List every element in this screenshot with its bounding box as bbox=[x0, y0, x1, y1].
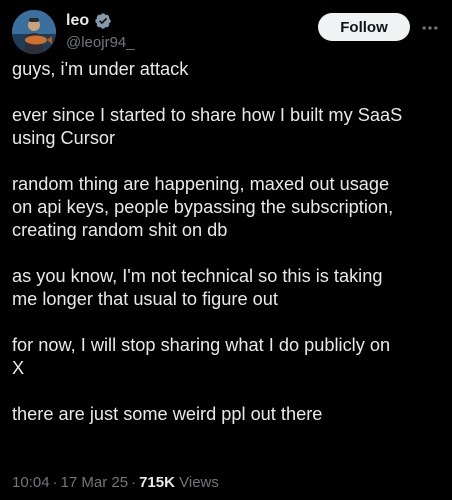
tweet-paragraph: as you know, I'm not technical so this i… bbox=[12, 266, 383, 309]
author-info: leo @leojr94_ bbox=[66, 10, 135, 53]
verified-badge-icon bbox=[94, 12, 112, 30]
tweet-text: guys, i'm under attack ever since I star… bbox=[12, 58, 442, 426]
tweet-paragraph: ever since I started to share how I buil… bbox=[12, 105, 403, 148]
tweet-paragraph: random thing are happening, maxed out us… bbox=[12, 174, 394, 240]
tweet-paragraph: there are just some weird ppl out there bbox=[12, 404, 323, 424]
views-count[interactable]: 715K bbox=[139, 474, 175, 491]
meta-separator: · bbox=[52, 474, 58, 491]
author-handle[interactable]: @leojr94_ bbox=[66, 33, 135, 53]
name-row: leo bbox=[66, 10, 135, 32]
tweet-metadata: 10:04 · 17 Mar 25 · 715K Views bbox=[12, 473, 219, 493]
meta-separator: · bbox=[131, 474, 137, 491]
more-options-icon[interactable] bbox=[420, 18, 440, 38]
tweet-date[interactable]: 17 Mar 25 bbox=[61, 474, 129, 491]
views-label: Views bbox=[179, 474, 219, 491]
author-display-name[interactable]: leo bbox=[66, 10, 89, 32]
tweet-header: leo @leojr94_ Follow bbox=[12, 10, 440, 54]
tweet-paragraph: for now, I will stop sharing what I do p… bbox=[12, 335, 391, 378]
tweet-paragraph: guys, i'm under attack bbox=[12, 59, 189, 79]
avatar[interactable] bbox=[12, 10, 56, 54]
tweet-time[interactable]: 10:04 bbox=[12, 474, 50, 491]
follow-button[interactable]: Follow bbox=[318, 13, 410, 41]
